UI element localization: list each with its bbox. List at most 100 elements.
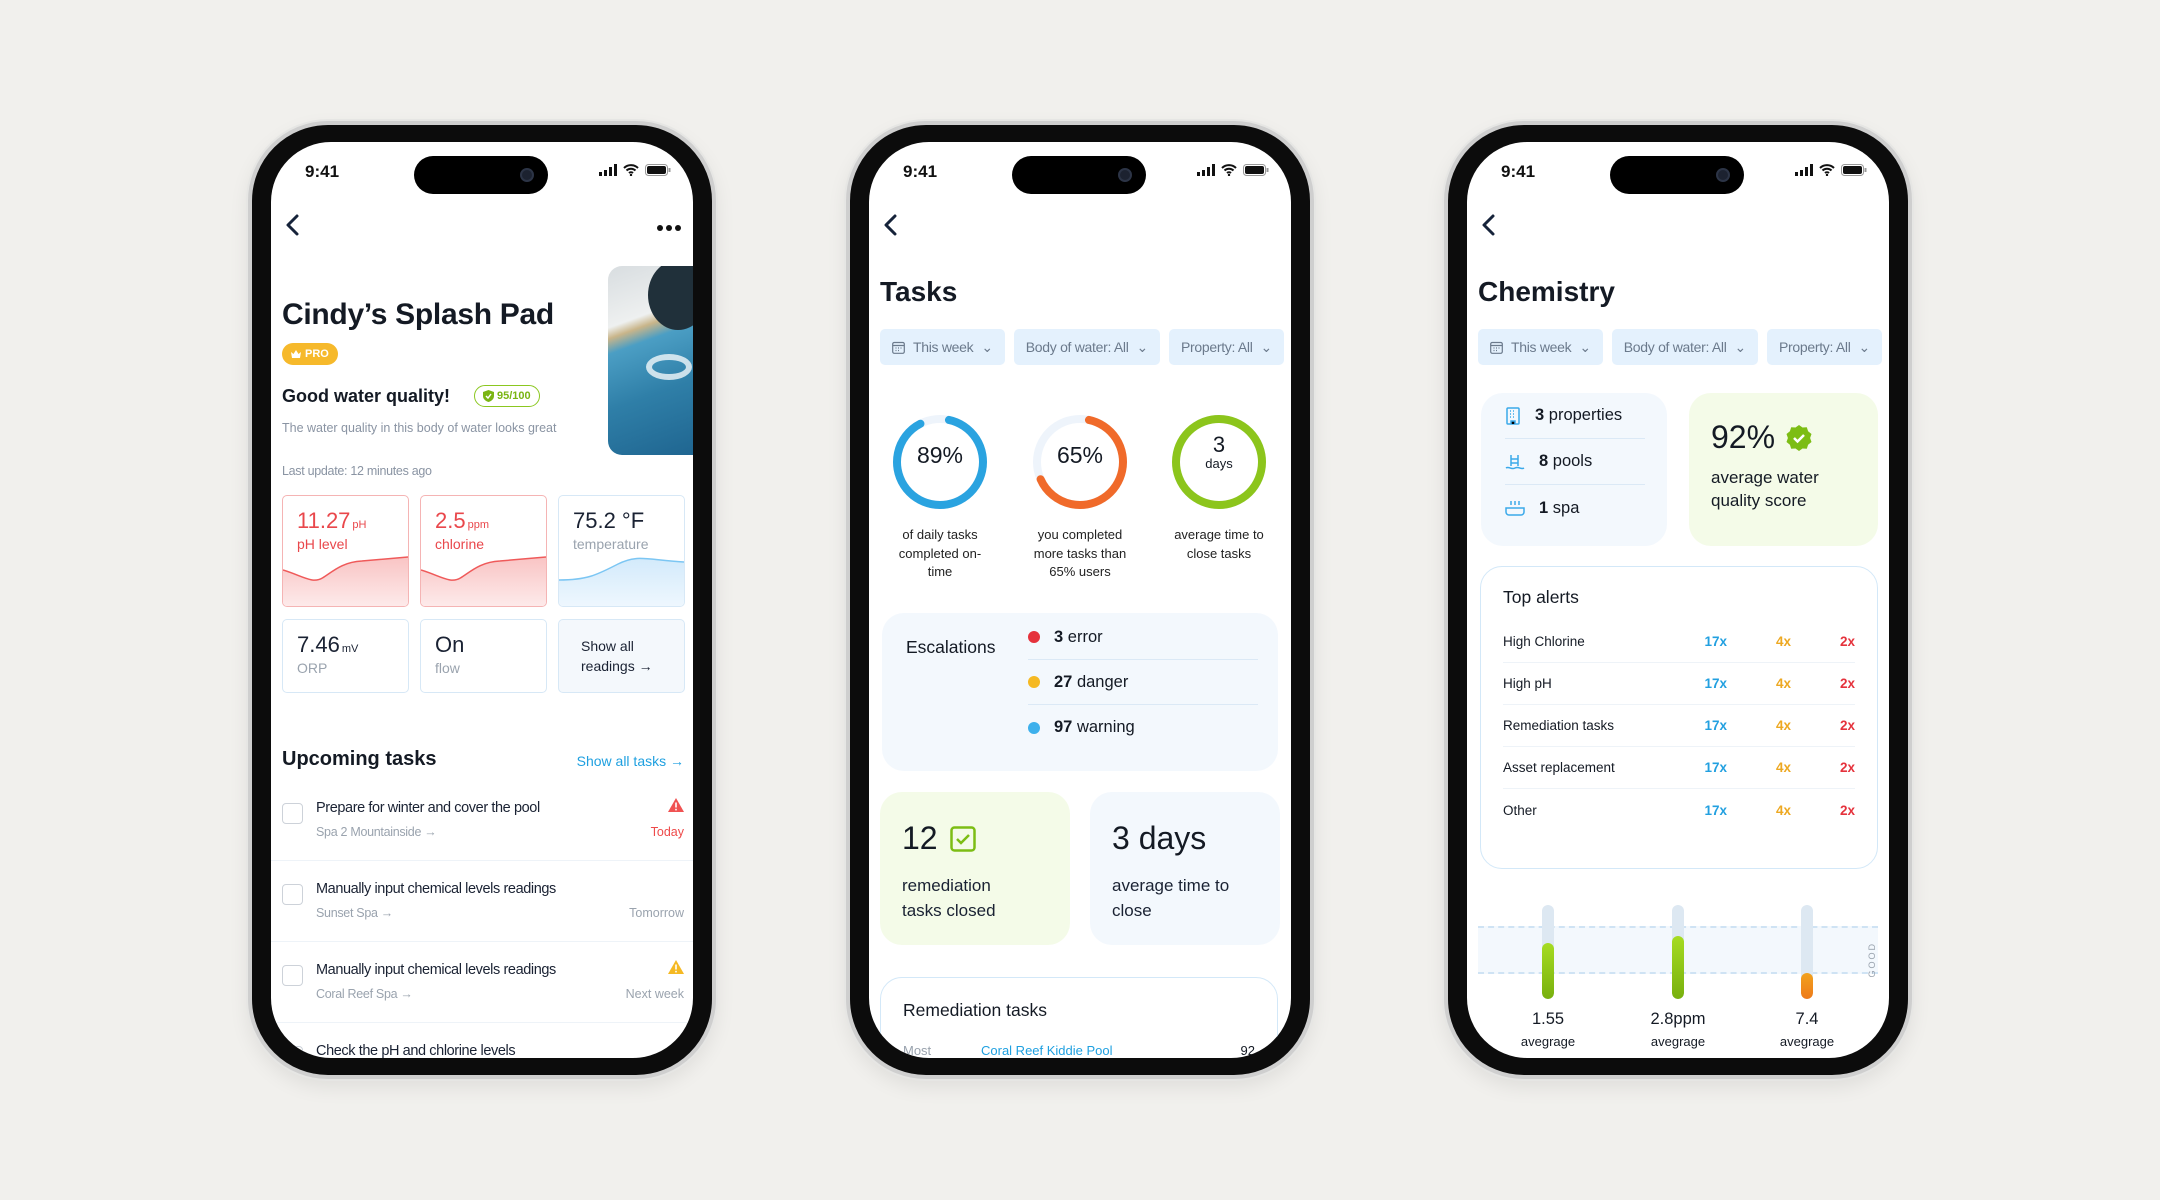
escalations-card[interactable]: Escalations 3 error 27 danger 97 warning (882, 613, 1278, 771)
back-chevron-icon[interactable] (281, 212, 305, 238)
escalation-count: 97 (1054, 718, 1073, 736)
reading-value: 75.2 °F (573, 508, 645, 533)
task-checkbox[interactable] (282, 1046, 303, 1058)
back-chevron-icon[interactable] (879, 212, 903, 238)
reading-label: temperature (573, 536, 649, 552)
back-chevron-icon[interactable] (1477, 212, 1501, 238)
stat-label: average time to close (1112, 876, 1230, 920)
task-row[interactable]: Prepare for winter and cover the pool Sp… (271, 780, 693, 861)
alert-count-error: 2x (1839, 718, 1855, 733)
alert-row[interactable]: High Chlorine 17x 4x 2x (1503, 621, 1855, 663)
filter-body-of-water[interactable]: Body of water: All ⌄ (1611, 329, 1758, 365)
stat-value: 12 (902, 820, 938, 856)
task-row[interactable]: Manually input chemical levels readings … (271, 942, 693, 1023)
page-title: Chemistry (1478, 276, 1615, 307)
show-all-readings-button[interactable]: Show all readings → (558, 619, 685, 693)
ring-value: 3 days (1149, 434, 1289, 472)
pro-badge: PRO (282, 343, 338, 365)
pool-detail-screen: 9:41 Cindy’s Splash Pad PRO Good water q… (271, 142, 693, 1058)
reading-card-chlorine[interactable]: 2.5 ppm chlorine (420, 495, 547, 607)
ring-caption: you completed more tasks than 65% users (1033, 527, 1127, 579)
signal-icon (1197, 164, 1215, 176)
gauge-fill (1542, 942, 1554, 999)
remediation-row-link[interactable]: Coral Reef Kiddie Pool (981, 1043, 1113, 1058)
filter-bar: This week ⌄ Body of water: All ⌄ Property:… (880, 329, 1284, 365)
ring-caption: average time to close tasks (1174, 527, 1264, 561)
summary-spas: 1 spa (1505, 485, 1645, 531)
stat-value: 3 days (1112, 820, 1207, 856)
quality-score-card: 92% average water quality score (1689, 393, 1878, 546)
upcoming-tasks-title: Upcoming tasks (282, 748, 437, 770)
reading-value: 2.5 (435, 508, 466, 533)
summary-label: pools (1552, 452, 1593, 470)
filter-body-of-water[interactable]: Body of water: All ⌄ (1013, 329, 1160, 365)
filter-property[interactable]: Property: All ⌄ (1168, 329, 1284, 365)
alert-row[interactable]: Remediation tasks 17x 4x 2x (1503, 705, 1855, 747)
task-location-link[interactable]: Spa 2 Mountainside → (316, 825, 437, 839)
task-title: Manually input chemical levels readings (316, 881, 556, 897)
gauge-bar (1542, 905, 1554, 999)
alert-row[interactable]: Asset replacement 17x 4x 2x (1503, 747, 1855, 789)
reading-card-ph[interactable]: 11.27 pH pH level (282, 495, 409, 607)
alert-name: Other (1503, 802, 1537, 818)
error-dot-icon (1028, 631, 1040, 643)
status-time: 9:41 (1501, 162, 1536, 181)
alert-count-error: 2x (1839, 634, 1855, 649)
verified-badge-icon (1786, 424, 1812, 451)
reading-card-orp[interactable]: 7.46 mV ORP (282, 619, 409, 693)
alert-count-warning: 17x (1704, 634, 1727, 649)
task-checkbox[interactable] (282, 884, 303, 905)
task-row[interactable]: Manually input chemical levels readings … (271, 861, 693, 942)
show-all-readings-label: Show all readings → (581, 638, 653, 674)
task-location-link[interactable]: Coral Reef Spa → (316, 987, 413, 1001)
more-options-icon[interactable] (654, 218, 681, 236)
filter-label: This week (1511, 339, 1572, 355)
filter-date[interactable]: This week ⌄ (1478, 329, 1603, 365)
task-due: Tomorrow (629, 906, 684, 920)
alert-count-warning: 17x (1704, 802, 1727, 818)
temperature-sparkline (559, 557, 684, 606)
shield-check-icon (483, 390, 494, 402)
alert-count-error: 2x (1839, 760, 1855, 775)
task-checkbox[interactable] (282, 803, 303, 824)
escalation-label: danger (1076, 672, 1129, 691)
task-checkbox[interactable] (282, 965, 303, 986)
reading-value: 7.46 (297, 632, 340, 657)
task-location-link[interactable]: Sunset Spa → (316, 906, 393, 920)
filter-label: Property: All (1778, 339, 1851, 355)
score-value: 92% (1711, 419, 1776, 455)
ring-number: 3 (1212, 432, 1226, 457)
task-due: Next week (625, 987, 684, 1001)
summary-count: 3 (1535, 406, 1545, 424)
alert-count-error: 2x (1839, 802, 1855, 818)
dynamic-island (1610, 156, 1744, 194)
battery-icon (645, 164, 671, 176)
alert-row[interactable]: High pH 17x 4x 2x (1503, 663, 1855, 705)
alert-count-danger: 4x (1775, 718, 1791, 733)
remediation-tasks-card: Remediation tasks Most Coral Reef Kiddie… (880, 977, 1278, 1058)
alert-row[interactable]: Other 17x 4x 2x (1503, 789, 1855, 831)
remediation-row-value: 92 (1240, 1043, 1255, 1058)
ring-value: 89% (916, 442, 964, 468)
reading-card-flow[interactable]: On flow (420, 619, 547, 693)
reading-card-temperature[interactable]: 75.2 °F temperature (558, 495, 685, 607)
danger-dot-icon (1028, 676, 1040, 688)
summary-pools: 8 pools (1505, 439, 1645, 485)
wifi-icon (623, 164, 639, 176)
warning-red-icon (668, 798, 684, 812)
escalation-warning: 97 warning (1028, 705, 1258, 750)
metric-percentile: 65% you completed more tasks than 65% us… (1010, 412, 1150, 582)
show-all-tasks-link[interactable]: Show all tasks → (577, 753, 684, 769)
average-close-card: 3 days average time to close (1090, 792, 1280, 945)
chevron-down-icon: ⌄ (1260, 338, 1273, 355)
tasks-screen: 9:41 Tasks This week ⌄ Body of water: All… (869, 142, 1291, 1058)
page-title: Cindy’s Splash Pad (282, 298, 554, 331)
task-row[interactable]: Check the pH and chlorine levels (271, 1023, 693, 1058)
escalation-error: 3 error (1028, 615, 1258, 660)
filter-date[interactable]: This week ⌄ (880, 329, 1005, 365)
filter-label: Body of water: All (1623, 339, 1727, 355)
ring-value: 65% (1056, 442, 1104, 468)
quality-score-pill: 95/100 (474, 385, 540, 407)
filter-property[interactable]: Property: All ⌄ (1766, 329, 1882, 365)
reading-value: On (435, 632, 465, 657)
